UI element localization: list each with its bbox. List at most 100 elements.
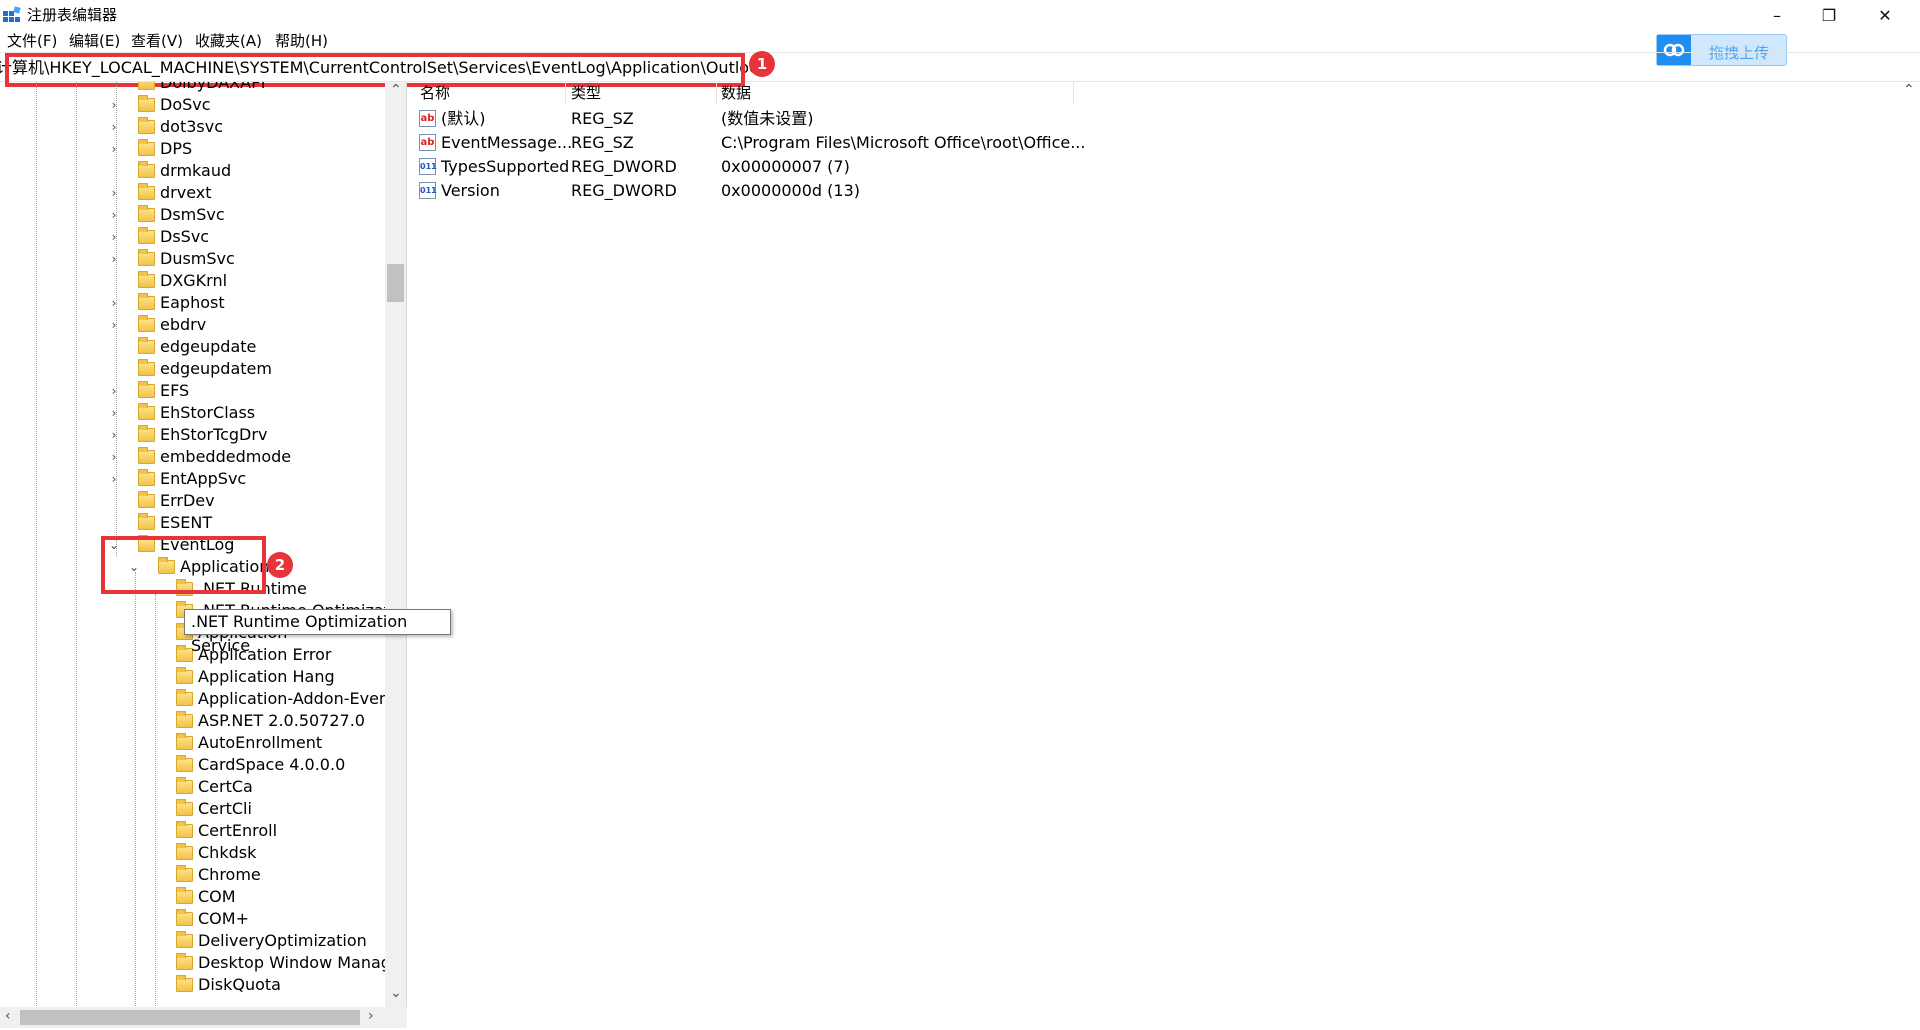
expand-arrow-icon[interactable]	[148, 600, 160, 622]
menu-bar: 文件(F) 编辑(E) 查看(V) 收藏夹(A) 帮助(H)	[0, 30, 1920, 52]
expand-arrow-icon[interactable]: ›	[108, 116, 120, 138]
expand-arrow-icon[interactable]: ›	[108, 402, 120, 424]
tree-item-label: DXGKrnl	[160, 271, 228, 290]
restore-button[interactable]: ❐	[1806, 0, 1852, 30]
value-row[interactable]: ab EventMessage... REG_SZ C:\Program Files\…	[413, 131, 1893, 155]
expand-arrow-icon[interactable]	[108, 336, 120, 358]
tree-item-label: AutoEnrollment	[198, 733, 323, 752]
tree-item-label: EntAppSvc	[160, 469, 247, 488]
menu-view[interactable]: 查看(V)	[131, 32, 183, 50]
column-separator[interactable]	[1073, 82, 1074, 104]
column-header-data[interactable]: 数据	[721, 84, 751, 102]
tree-horizontal-thumb[interactable]	[20, 1010, 360, 1025]
expand-arrow-icon[interactable]: ›	[108, 226, 120, 248]
column-separator[interactable]	[565, 82, 566, 104]
tree-item-label: CardSpace 4.0.0.0	[198, 755, 346, 774]
column-header-name[interactable]: 名称	[420, 84, 450, 102]
column-separator[interactable]	[716, 82, 717, 104]
expand-arrow-icon[interactable]	[148, 710, 160, 732]
expand-arrow-icon[interactable]	[108, 160, 120, 182]
folder-icon	[176, 953, 193, 970]
value-name: EventMessage...	[441, 133, 573, 152]
expand-arrow-icon[interactable]	[148, 974, 160, 996]
value-row[interactable]: ab (默认) REG_SZ (数值未设置)	[413, 107, 1893, 131]
folder-icon	[176, 733, 193, 750]
expand-arrow-icon[interactable]	[108, 82, 120, 94]
expand-arrow-icon[interactable]	[148, 864, 160, 886]
tree-vertical-thumb[interactable]	[387, 264, 404, 302]
expand-arrow-icon[interactable]	[148, 622, 160, 644]
scroll-down-arrow[interactable]: ⌄	[390, 985, 402, 1001]
expand-arrow-icon[interactable]: ›	[108, 94, 120, 116]
window-title: 注册表编辑器	[27, 6, 118, 24]
menu-file[interactable]: 文件(F)	[7, 32, 57, 50]
scroll-left-arrow[interactable]: ‹	[5, 1008, 11, 1024]
expand-arrow-icon[interactable]: ›	[108, 248, 120, 270]
expand-arrow-icon[interactable]: ›	[108, 182, 120, 204]
expand-arrow-icon[interactable]	[108, 512, 120, 534]
expand-arrow-icon[interactable]	[148, 776, 160, 798]
title-bar: 注册表编辑器 – ❐ ✕	[0, 0, 1920, 32]
column-header-type[interactable]: 类型	[571, 84, 601, 102]
tree-item-label: CertEnroll	[198, 821, 278, 840]
folder-icon	[176, 931, 193, 948]
tree-item-label: DolbyDAXAPI	[160, 82, 266, 92]
expand-arrow-icon[interactable]	[148, 688, 160, 710]
folder-icon	[138, 359, 155, 376]
expand-arrow-icon[interactable]	[148, 820, 160, 842]
close-button[interactable]: ✕	[1862, 0, 1908, 30]
expand-arrow-icon[interactable]	[148, 842, 160, 864]
tree-guide-line	[76, 82, 77, 1008]
expand-arrow-icon[interactable]	[148, 732, 160, 754]
tree-item-label: edgeupdatem	[160, 359, 272, 378]
tree-item-label: COM	[198, 887, 236, 906]
values-scroll-up-arrow[interactable]: ⌃	[1903, 82, 1915, 98]
tree-guide-line	[36, 82, 37, 1008]
tree-horizontal-scrollbar[interactable]: ‹ ›	[0, 1007, 407, 1028]
expand-arrow-icon[interactable]	[148, 908, 160, 930]
expand-arrow-icon[interactable]	[148, 666, 160, 688]
close-icon: ✕	[1878, 5, 1892, 25]
expand-arrow-icon[interactable]	[148, 952, 160, 974]
folder-icon	[138, 183, 155, 200]
expand-arrow-icon[interactable]: ›	[108, 468, 120, 490]
registry-editor-icon	[3, 6, 21, 22]
value-row[interactable]: 011 Version REG_DWORD 0x0000000d (13)	[413, 179, 1893, 203]
expand-arrow-icon[interactable]	[108, 270, 120, 292]
menu-edit[interactable]: 编辑(E)	[69, 32, 120, 50]
folder-icon	[138, 139, 155, 156]
expand-arrow-icon[interactable]: ›	[108, 446, 120, 468]
expand-arrow-icon[interactable]	[148, 798, 160, 820]
menu-help[interactable]: 帮助(H)	[275, 32, 328, 50]
expand-arrow-icon[interactable]	[108, 358, 120, 380]
folder-icon	[138, 95, 155, 112]
expand-arrow-icon[interactable]: ›	[108, 292, 120, 314]
values-scroll-area: ⌃	[1898, 82, 1920, 1030]
tree-item-label: dot3svc	[160, 117, 223, 136]
expand-arrow-icon[interactable]	[148, 930, 160, 952]
minimize-button[interactable]: –	[1754, 0, 1800, 30]
values-list[interactable]: 名称 类型 数据 ab (默认) REG_SZ (数值未设置) ab EventMessa…	[413, 82, 1920, 1030]
expand-arrow-icon[interactable]: ›	[108, 314, 120, 336]
tree-item-label: embeddedmode	[160, 447, 292, 466]
expand-arrow-icon[interactable]	[148, 886, 160, 908]
value-row[interactable]: 011 TypesSupported REG_DWORD 0x00000007 (7)	[413, 155, 1893, 179]
value-type: REG_DWORD	[571, 181, 677, 200]
expand-arrow-icon[interactable]: ›	[108, 204, 120, 226]
string-value-icon: ab	[419, 110, 436, 127]
expand-arrow-icon[interactable]: ›	[108, 138, 120, 160]
scroll-right-arrow[interactable]: ›	[368, 1008, 374, 1024]
expand-arrow-icon[interactable]: ›	[108, 380, 120, 402]
folder-icon	[176, 865, 193, 882]
highlight-box-eventlog	[101, 536, 266, 594]
expand-arrow-icon[interactable]	[148, 754, 160, 776]
tree-vertical-scrollbar[interactable]: ⌃ ⌄	[385, 82, 406, 1010]
folder-icon	[138, 337, 155, 354]
expand-arrow-icon[interactable]: ›	[108, 424, 120, 446]
tree-item-label: DiskQuota	[198, 975, 281, 994]
scroll-up-arrow[interactable]: ⌃	[390, 82, 402, 98]
expand-arrow-icon[interactable]	[108, 490, 120, 512]
expand-arrow-icon[interactable]	[148, 644, 160, 666]
menu-favorites[interactable]: 收藏夹(A)	[195, 32, 262, 50]
folder-icon	[138, 469, 155, 486]
